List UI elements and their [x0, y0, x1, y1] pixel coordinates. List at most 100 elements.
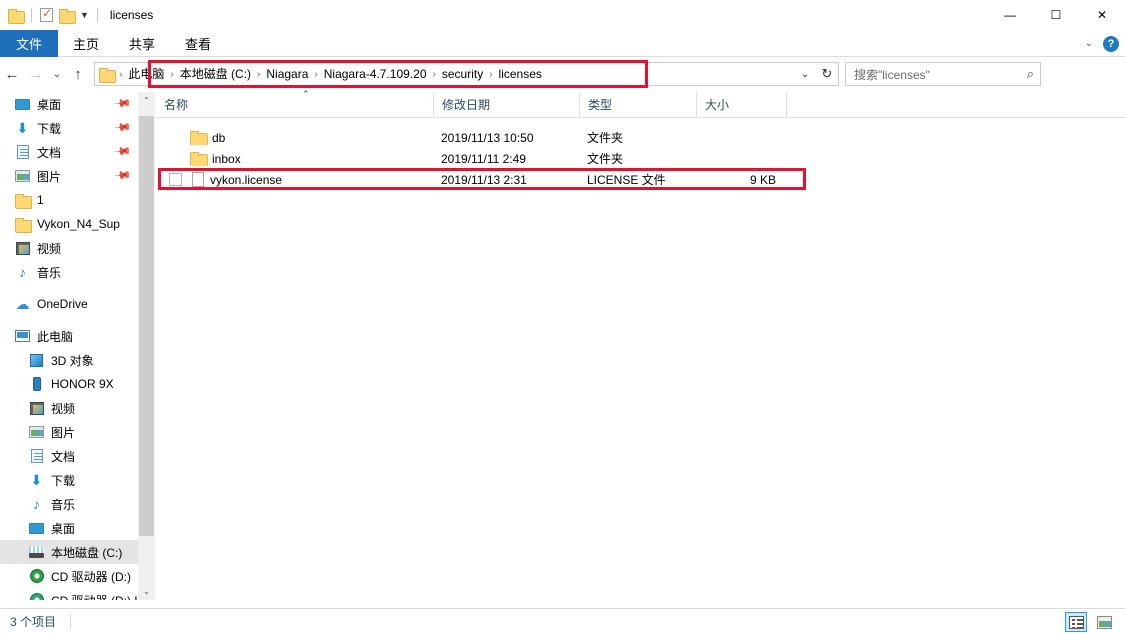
sidebar-item-label: 文档 — [51, 449, 76, 464]
scroll-up-arrow-icon[interactable]: ⌃ — [138, 92, 155, 109]
refresh-icon[interactable]: ↻ — [816, 66, 838, 82]
scroll-down-arrow-icon[interactable]: ⌄ — [138, 583, 155, 600]
maximize-button[interactable]: ☐ — [1033, 0, 1079, 30]
sidebar-item-label: OneDrive — [37, 297, 88, 311]
customize-qat-caret-icon[interactable]: ▼ — [80, 10, 89, 20]
pin-icon[interactable]: 📌 — [114, 142, 133, 161]
item-count-label: 3 个项目 — [10, 615, 57, 629]
view-mode-buttons — [1065, 612, 1115, 632]
pin-icon[interactable]: 📌 — [114, 118, 133, 137]
download-icon: ⬇ — [16, 119, 29, 136]
column-header-name[interactable]: 名称 — [156, 92, 433, 118]
sidebar-item-videos-pc[interactable]: 视频 — [0, 396, 138, 420]
sidebar-item-desktop[interactable]: 桌面 📌 — [0, 92, 138, 116]
file-name-cell[interactable]: db — [156, 131, 433, 145]
sidebar-item-pictures-pc[interactable]: 图片 — [0, 420, 138, 444]
sidebar-item-music-pc[interactable]: ♪ 音乐 — [0, 492, 138, 516]
help-icon[interactable]: ? — [1103, 35, 1119, 52]
pin-icon[interactable]: 📌 — [114, 166, 133, 185]
thumbnail-view-button[interactable] — [1093, 612, 1115, 632]
forward-button[interactable]: → — [24, 60, 48, 88]
sidebar-item-label: 桌面 — [37, 97, 62, 112]
generic-file-icon — [192, 172, 204, 187]
file-explorer-window: ▼ licenses — ☐ ✕ 文件 主页 共享 查看 ⌄ ? ← → ⌄ ↑… — [0, 0, 1125, 634]
table-row[interactable]: db 2019/11/13 10:50 文件夹 — [156, 127, 1125, 148]
breadcrumb-item-2[interactable]: Niagara — [261, 63, 313, 85]
breadcrumb-item-0[interactable]: 此电脑 — [123, 63, 169, 85]
tab-home[interactable]: 主页 — [58, 30, 114, 57]
address-dropdown-chevron-down-icon[interactable]: ⌄ — [794, 69, 816, 80]
up-button[interactable]: ↑ — [66, 60, 90, 88]
sidebar-item-label: 1 — [37, 193, 44, 207]
sidebar-item-videos[interactable]: 视频 — [0, 236, 138, 260]
onedrive-icon: ☁ — [15, 295, 30, 312]
breadcrumb-item-3[interactable]: Niagara-4.7.109.20 — [319, 63, 432, 85]
table-row[interactable]: vykon.license 2019/11/13 2:31 LICENSE 文件… — [156, 169, 1125, 190]
sidebar-item-cd-drive-d[interactable]: CD 驱动器 (D:) — [0, 564, 138, 588]
sidebar-item-documents[interactable]: 文档 📌 — [0, 140, 138, 164]
column-header-size[interactable]: 大小 — [696, 91, 786, 118]
sidebar-item-documents-pc[interactable]: 文档 — [0, 444, 138, 468]
tab-file[interactable]: 文件 — [0, 30, 58, 57]
minimize-button[interactable]: — — [987, 0, 1033, 30]
desktop-icon — [28, 520, 45, 536]
qat-divider — [31, 8, 32, 22]
breadcrumb-item-1[interactable]: 本地磁盘 (C:) — [175, 63, 256, 85]
file-name-cell[interactable]: inbox — [156, 152, 433, 166]
new-folder-icon[interactable] — [59, 8, 76, 24]
sidebar-item-label: CD 驱动器 (D:) H — [51, 592, 138, 601]
close-button[interactable]: ✕ — [1079, 0, 1125, 30]
navigation-pane[interactable]: 桌面 📌 ⬇ 下载 📌 文档 📌 图片 📌 1 Vykon_N4_Sup 视频 … — [0, 92, 138, 600]
scrollbar-thumb[interactable] — [139, 116, 154, 536]
column-header-type[interactable]: 类型 — [579, 91, 696, 118]
save-folder-icon[interactable] — [8, 8, 25, 24]
file-date-cell: 2019/11/13 10:50 — [441, 130, 534, 145]
row-checkbox[interactable] — [169, 173, 182, 186]
tab-view[interactable]: 查看 — [170, 30, 226, 57]
details-view-button[interactable] — [1065, 612, 1087, 632]
3d-objects-icon — [28, 352, 45, 368]
file-name-cell[interactable]: vykon.license — [156, 172, 433, 187]
sidebar-item-onedrive[interactable]: ☁ OneDrive — [0, 292, 138, 316]
sidebar-item-honor-9x[interactable]: HONOR 9X — [0, 372, 138, 396]
breadcrumb-item-5[interactable]: licenses — [494, 63, 547, 85]
sidebar-item-pictures[interactable]: 图片 📌 — [0, 164, 138, 188]
sidebar-item-downloads[interactable]: ⬇ 下载 📌 — [0, 116, 138, 140]
sidebar-item-label: 音乐 — [51, 497, 76, 512]
search-icon[interactable]: ⌕ — [1027, 66, 1034, 82]
sidebar-item-downloads-pc[interactable]: ⬇ 下载 — [0, 468, 138, 492]
sidebar-item-vykon[interactable]: Vykon_N4_Sup — [0, 212, 138, 236]
sidebar-item-this-pc[interactable]: 此电脑 — [0, 324, 138, 348]
tab-share[interactable]: 共享 — [114, 30, 170, 57]
table-row[interactable]: inbox 2019/11/11 2:49 文件夹 — [156, 148, 1125, 169]
ribbon-right-controls: ⌄ ? — [1085, 30, 1119, 57]
sidebar-item-music[interactable]: ♪ 音乐 — [0, 260, 138, 284]
column-header-end[interactable] — [786, 91, 816, 118]
sidebar-item-local-disk-c[interactable]: 本地磁盘 (C:) — [0, 540, 138, 564]
window-controls: — ☐ ✕ — [987, 0, 1125, 30]
window-title: licenses — [109, 8, 154, 22]
thumbnail-view-icon — [1096, 615, 1112, 629]
navigation-pane-scrollbar[interactable]: ⌃ ⌄ — [138, 92, 155, 600]
search-placeholder: 搜索"licenses" — [854, 67, 930, 82]
pin-icon[interactable]: 📌 — [114, 94, 133, 113]
breadcrumb-item-4[interactable]: security — [437, 63, 488, 85]
back-button[interactable]: ← — [0, 60, 24, 88]
sidebar-item-label: 图片 — [37, 169, 62, 184]
sidebar-item-cd-drive-d-h[interactable]: CD 驱动器 (D:) H — [0, 588, 138, 600]
folder-icon — [190, 131, 208, 145]
row-checkbox[interactable] — [169, 152, 182, 165]
sidebar-item-desktop-pc[interactable]: 桌面 — [0, 516, 138, 540]
row-checkbox[interactable] — [169, 131, 182, 144]
list-top-spacer — [156, 118, 1125, 127]
expand-ribbon-chevron-down-icon[interactable]: ⌄ — [1085, 38, 1093, 49]
sidebar-item-label: 图片 — [51, 425, 76, 440]
search-input[interactable]: 搜索"licenses" ⌕ — [845, 62, 1041, 86]
properties-icon[interactable] — [40, 6, 53, 22]
column-header-date[interactable]: 修改日期 — [433, 91, 579, 118]
sidebar-item-label: 此电脑 — [37, 329, 74, 344]
recent-locations-chevron-down-icon[interactable]: ⌄ — [48, 60, 66, 88]
breadcrumb-bar[interactable]: › 此电脑 › 本地磁盘 (C:) › Niagara › Niagara-4.… — [94, 62, 839, 86]
sidebar-item-3d-objects[interactable]: 3D 对象 — [0, 348, 138, 372]
sidebar-item-folder-1[interactable]: 1 — [0, 188, 138, 212]
